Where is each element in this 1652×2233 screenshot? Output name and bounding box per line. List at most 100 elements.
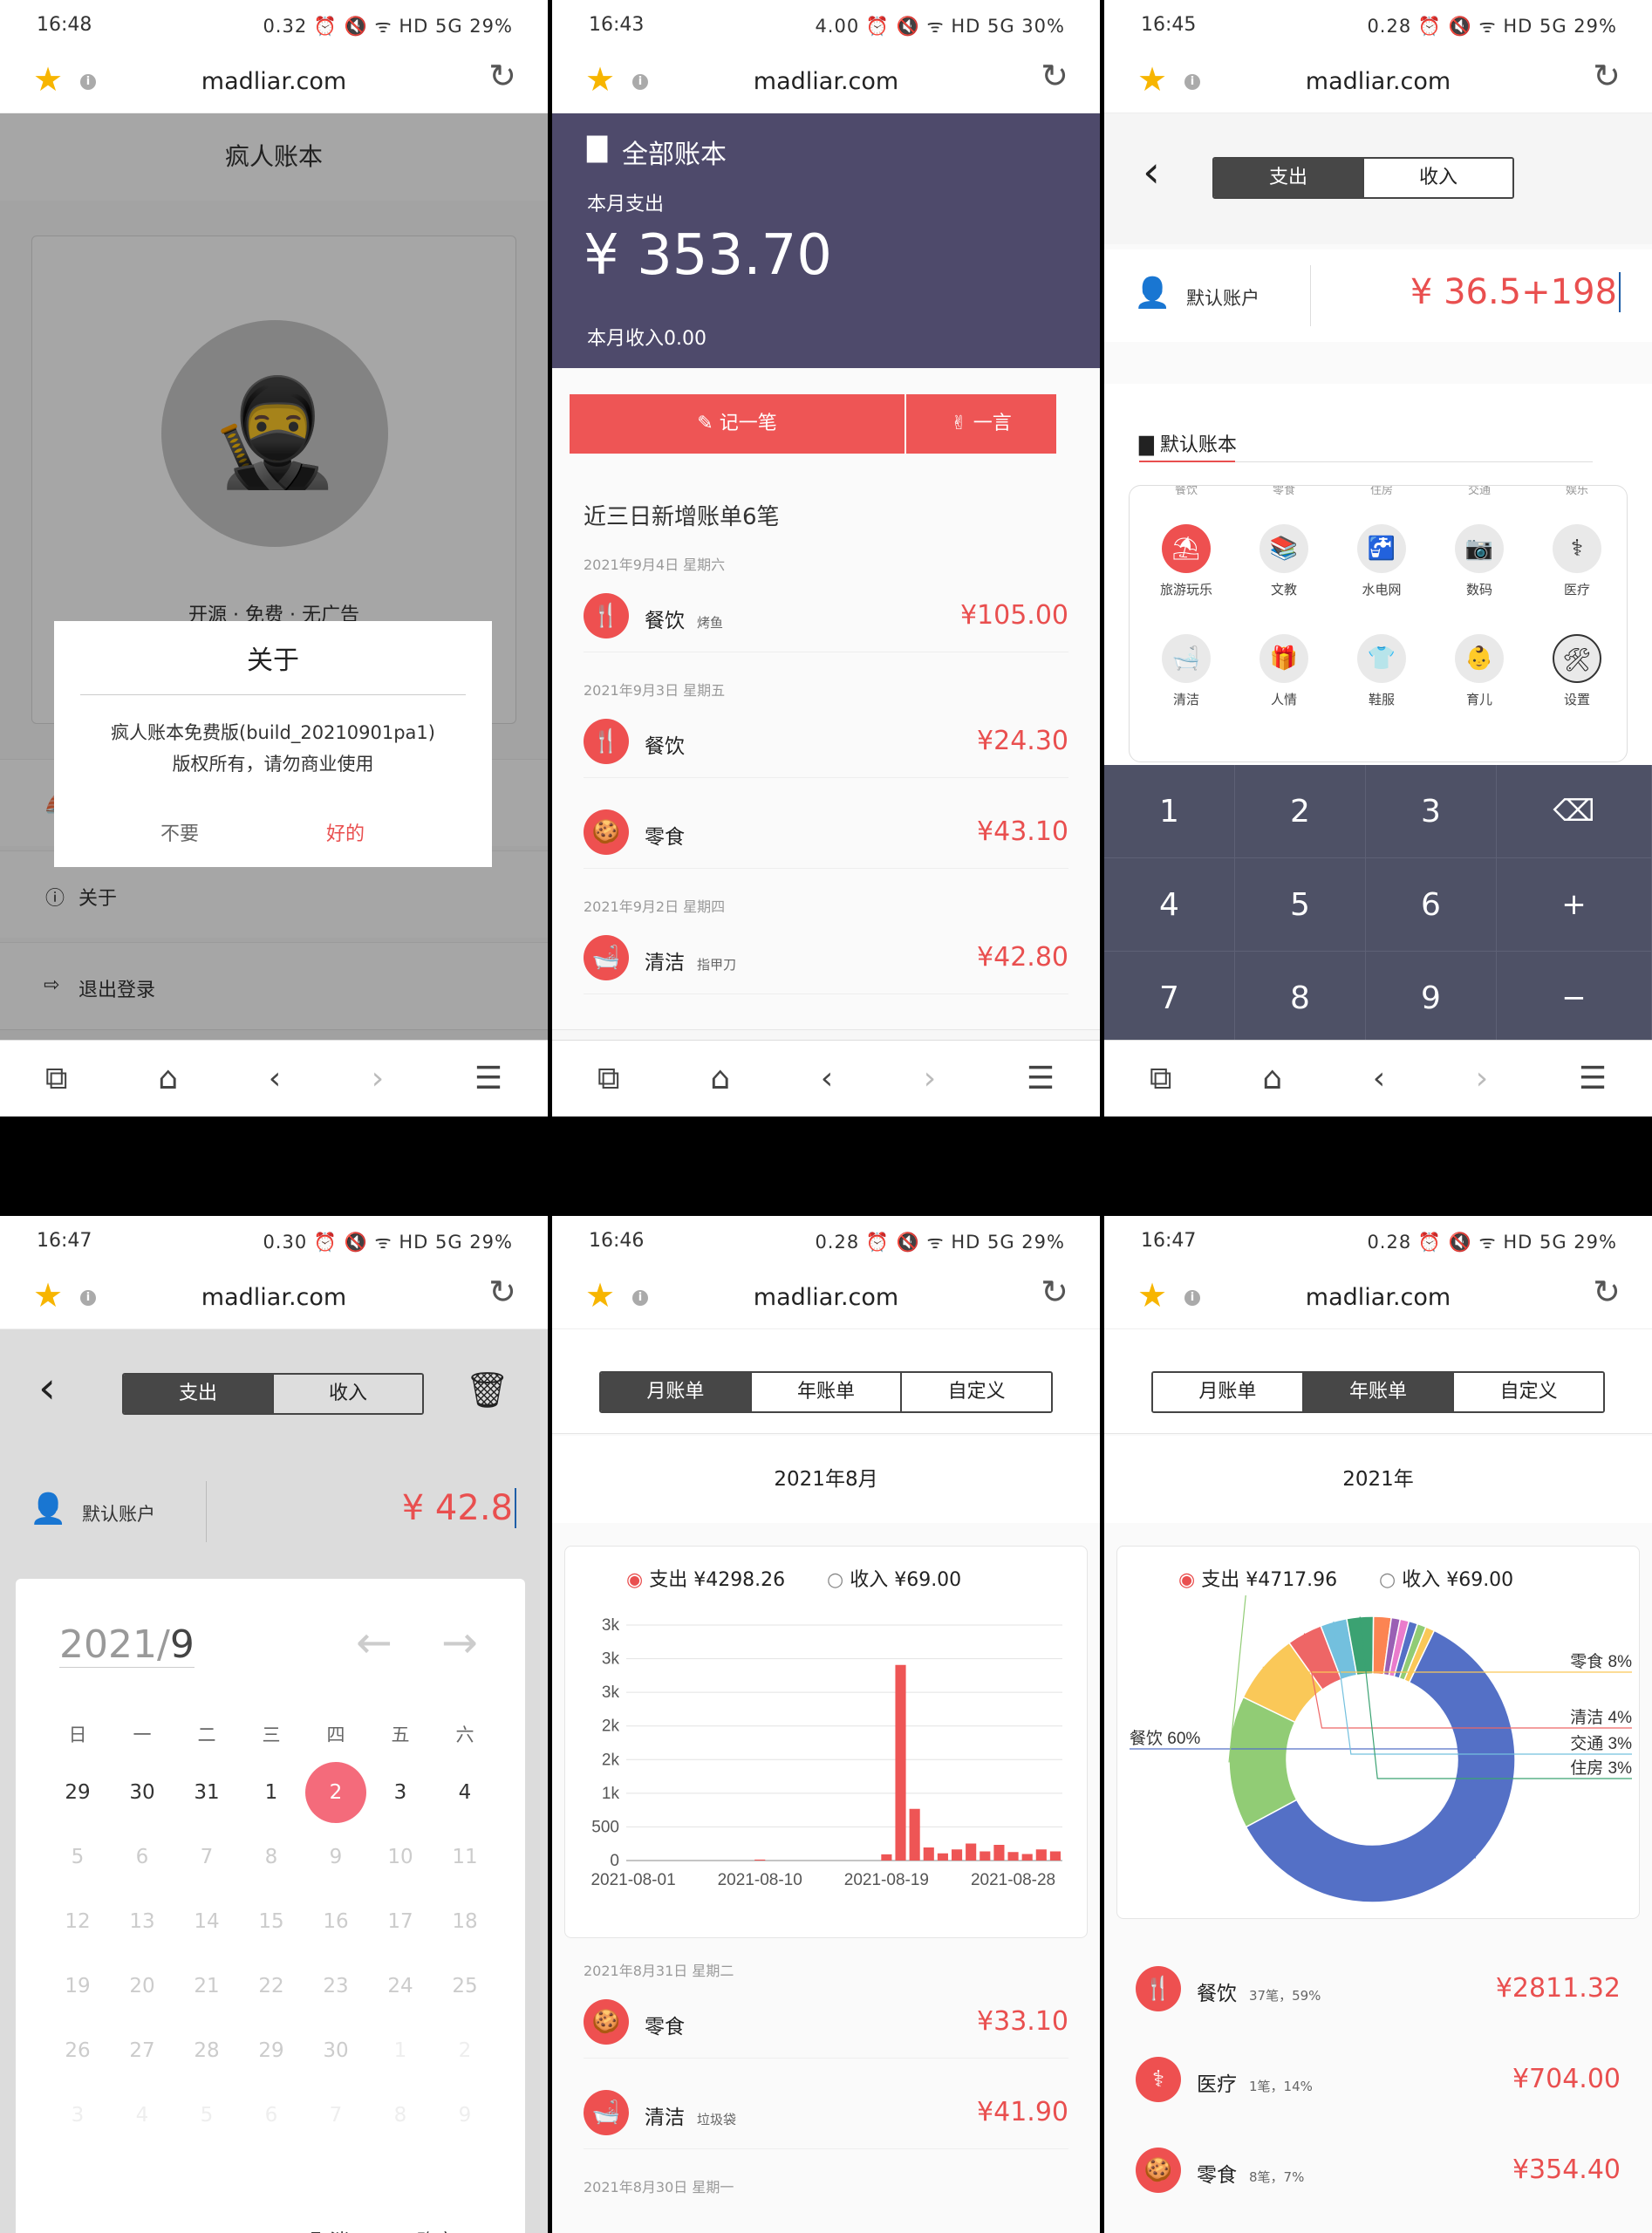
key-8[interactable]: 8 (1235, 952, 1366, 1045)
reload-icon[interactable]: ↻ (488, 59, 516, 92)
category-item[interactable]: 🛁 清洁 (1156, 634, 1217, 708)
tab-monthly[interactable]: 月账单 (1153, 1373, 1304, 1411)
book-select[interactable]: ▇ 默认账本 (1139, 429, 1237, 457)
calendar-cancel-button[interactable]: 取消 (311, 2226, 349, 2233)
bill-row[interactable]: 🍪 零食 ¥33.10 (584, 1984, 1068, 2059)
key-plus[interactable]: + (1497, 858, 1652, 952)
category-item[interactable]: 🎁 人情 (1253, 634, 1314, 708)
category-item[interactable]: 📷 数码 (1449, 524, 1510, 598)
tabs-icon[interactable]: ⧉ (45, 1061, 68, 1097)
url-bar[interactable]: ★ i madliar.com ↻ (0, 51, 548, 113)
calendar-day[interactable]: 31 (174, 1760, 239, 1825)
tab-yearly[interactable]: 年账单 (1303, 1373, 1455, 1411)
key-5[interactable]: 5 (1235, 858, 1366, 952)
back-icon[interactable]: ‹ (821, 1061, 833, 1096)
period-label[interactable]: 2021年8月 (552, 1436, 1100, 1523)
tab-monthly[interactable]: 月账单 (601, 1373, 752, 1411)
url-bar[interactable]: ★ i madliar.com ↻ (552, 51, 1100, 113)
calendar-day[interactable]: 4 (433, 1760, 497, 1825)
tab-custom[interactable]: 自定义 (1454, 1373, 1603, 1411)
calendar-confirm-button[interactable]: 确定 (417, 2226, 455, 2233)
bill-row[interactable]: 🍪 零食 ¥43.10 (584, 794, 1068, 869)
quote-button[interactable]: ✌ 一言 (906, 394, 1056, 454)
url-bar[interactable]: ★ i madliar.com ↻ (1104, 51, 1652, 113)
category-item[interactable]: 📚 文教 (1253, 524, 1314, 598)
category-row[interactable]: ⚕ 医疗 1笔，14% ¥704.00 (1136, 2041, 1621, 2116)
menu-icon[interactable]: ☰ (474, 1061, 502, 1096)
url-text[interactable]: madliar.com (0, 68, 548, 95)
category-item[interactable]: ⚕ 医疗 (1546, 524, 1608, 598)
category-row[interactable]: 🍴 餐饮 37笔，59% ¥2811.32 (1136, 1950, 1621, 2025)
reload-icon[interactable]: ↻ (1041, 59, 1068, 92)
expense-radio[interactable]: ◉ 支出 ¥4298.26 (626, 1564, 785, 1592)
category-item[interactable]: ⛱ 旅游玩乐 (1156, 524, 1217, 598)
income-radio[interactable]: ○ 收入 ¥69.00 (1379, 1564, 1513, 1592)
key-1[interactable]: 1 (1104, 765, 1235, 858)
menu-icon[interactable]: ☰ (1027, 1061, 1055, 1096)
url-bar[interactable]: ★ i madliar.com ↻ (552, 1267, 1100, 1329)
modal-overlay[interactable] (0, 113, 548, 1116)
dialog-ok-button[interactable]: 好的 (326, 818, 365, 846)
back-arrow-icon[interactable]: ‹ (38, 1362, 56, 1413)
reload-icon[interactable]: ↻ (1593, 1275, 1621, 1308)
reload-icon[interactable]: ↻ (488, 1275, 516, 1308)
key-2[interactable]: 2 (1235, 765, 1366, 858)
tab-custom[interactable]: 自定义 (902, 1373, 1051, 1411)
account-select[interactable]: 默认账户 (82, 1500, 155, 1526)
calendar-day[interactable]: 1 (239, 1760, 304, 1825)
reload-icon[interactable]: ↻ (1041, 1275, 1068, 1308)
tabs-icon[interactable]: ⧉ (597, 1061, 620, 1097)
category-item[interactable]: 🛠 设置 (1546, 634, 1608, 708)
home-icon[interactable]: ⌂ (158, 1061, 178, 1096)
calendar-day[interactable]: 3 (368, 1760, 433, 1825)
tab-expense[interactable]: 支出 (124, 1375, 274, 1413)
forward-icon[interactable]: › (1476, 1061, 1488, 1096)
category-row[interactable]: 🍪 零食 8笔，7% ¥354.40 (1136, 2132, 1621, 2207)
url-text[interactable]: madliar.com (1104, 68, 1652, 95)
amount-input[interactable]: ¥ 42.8 (402, 1488, 516, 1528)
calendar-year-month[interactable]: 2021/9 (59, 1622, 195, 1668)
back-icon[interactable]: ‹ (1373, 1061, 1385, 1096)
tab-yearly[interactable]: 年账单 (751, 1373, 903, 1411)
url-bar[interactable]: ★ i madliar.com ↻ (1104, 1267, 1652, 1329)
back-icon[interactable]: ‹ (269, 1061, 281, 1096)
tab-income[interactable]: 收入 (274, 1375, 422, 1413)
prev-month-arrow-icon[interactable]: ← (356, 1617, 393, 1668)
calendar-day[interactable]: 30 (110, 1760, 174, 1825)
expense-radio[interactable]: ◉ 支出 ¥4717.96 (1178, 1564, 1337, 1592)
url-text[interactable]: madliar.com (552, 1284, 1100, 1311)
account-select[interactable]: 默认账户 (1186, 284, 1259, 311)
dialog-cancel-button[interactable]: 不要 (160, 818, 199, 846)
home-icon[interactable]: ⌂ (710, 1061, 730, 1096)
book-title[interactable]: 全部账本 (622, 133, 727, 171)
category-item[interactable]: 👕 鞋服 (1351, 634, 1412, 708)
tab-expense[interactable]: 支出 (1214, 159, 1364, 197)
key-9[interactable]: 9 (1366, 952, 1497, 1045)
bill-row[interactable]: 🛁 清洁 垃圾袋 ¥41.90 (584, 2074, 1068, 2149)
selected-day[interactable]: 2 (305, 1762, 366, 1823)
key-7[interactable]: 7 (1104, 952, 1235, 1045)
key-3[interactable]: 3 (1366, 765, 1497, 858)
category-item[interactable]: 🚰 水电网 (1351, 524, 1412, 598)
key-6[interactable]: 6 (1366, 858, 1497, 952)
reload-icon[interactable]: ↻ (1593, 59, 1621, 92)
forward-icon[interactable]: › (924, 1061, 936, 1096)
record-button[interactable]: ✎ 记一笔 (570, 394, 905, 454)
url-text[interactable]: madliar.com (552, 68, 1100, 95)
income-radio[interactable]: ○ 收入 ¥69.00 (827, 1564, 961, 1592)
bill-row[interactable]: 🍴 餐饮 烤鱼 ¥105.00 (584, 577, 1068, 652)
bill-row[interactable]: 🍴 餐饮 ¥24.30 (584, 703, 1068, 778)
url-bar[interactable]: ★ i madliar.com ↻ (0, 1267, 548, 1329)
key-4[interactable]: 4 (1104, 858, 1235, 952)
url-text[interactable]: madliar.com (1104, 1284, 1652, 1311)
calendar-day[interactable]: 2 (304, 1760, 368, 1825)
backspace-key[interactable]: ⌫ (1497, 765, 1652, 858)
bill-row[interactable]: 🛁 清洁 指甲刀 ¥42.80 (584, 919, 1068, 994)
url-text[interactable]: madliar.com (0, 1284, 548, 1311)
next-month-arrow-icon[interactable]: → (441, 1617, 478, 1668)
category-item[interactable]: 👶 育儿 (1449, 634, 1510, 708)
back-arrow-icon[interactable]: ‹ (1143, 147, 1160, 197)
home-icon[interactable]: ⌂ (1262, 1061, 1282, 1096)
amount-input[interactable]: ¥ 36.5+198 (1410, 272, 1621, 312)
forward-icon[interactable]: › (372, 1061, 384, 1096)
